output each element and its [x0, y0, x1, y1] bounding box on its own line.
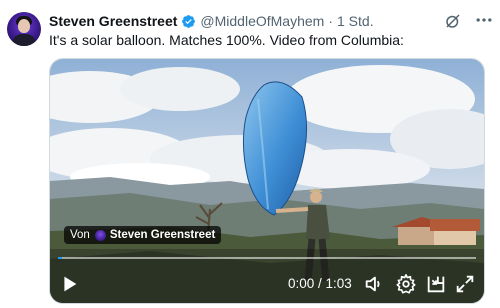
play-button[interactable] — [58, 273, 80, 295]
author-name[interactable]: Steven Greenstreet — [49, 13, 177, 29]
fullscreen-icon — [456, 275, 474, 293]
settings-gear-icon — [396, 274, 416, 294]
tweet-header: Steven Greenstreet @MiddleOfMayhem · 1 S… — [49, 12, 374, 30]
dock-icon — [427, 276, 445, 293]
grok-icon[interactable] — [444, 12, 462, 30]
settings-button[interactable] — [395, 273, 417, 295]
byline-name: Steven Greenstreet — [109, 229, 216, 241]
byline-avatar — [94, 229, 106, 241]
dock-button[interactable] — [425, 273, 447, 295]
volume-icon — [365, 276, 380, 292]
video-progress-bar[interactable] — [58, 257, 476, 259]
time-display: 0:00 / 1:03 — [288, 276, 352, 291]
author-handle[interactable]: @MiddleOfMayhem — [200, 13, 324, 29]
video-player[interactable]: Von Steven Greenstreet 0:00 / 1:03 — [49, 58, 485, 304]
post-time[interactable]: 1 Std. — [337, 13, 374, 29]
tweet: Steven Greenstreet @MiddleOfMayhem · 1 S… — [0, 0, 500, 308]
tweet-text: It's a solar balloon. Matches 100%. Vide… — [49, 32, 404, 48]
separator-dot: · — [328, 13, 333, 29]
video-progress-fill — [58, 257, 63, 259]
more-options-icon[interactable] — [474, 10, 494, 30]
play-icon — [64, 276, 77, 292]
video-byline[interactable]: Von Steven Greenstreet — [64, 226, 222, 244]
byline-prefix: Von — [70, 229, 90, 241]
fullscreen-button[interactable] — [454, 273, 476, 295]
volume-button[interactable] — [363, 273, 385, 295]
verified-badge-icon — [181, 14, 196, 29]
avatar[interactable] — [7, 12, 41, 46]
video-controls: 0:00 / 1:03 — [50, 265, 484, 301]
